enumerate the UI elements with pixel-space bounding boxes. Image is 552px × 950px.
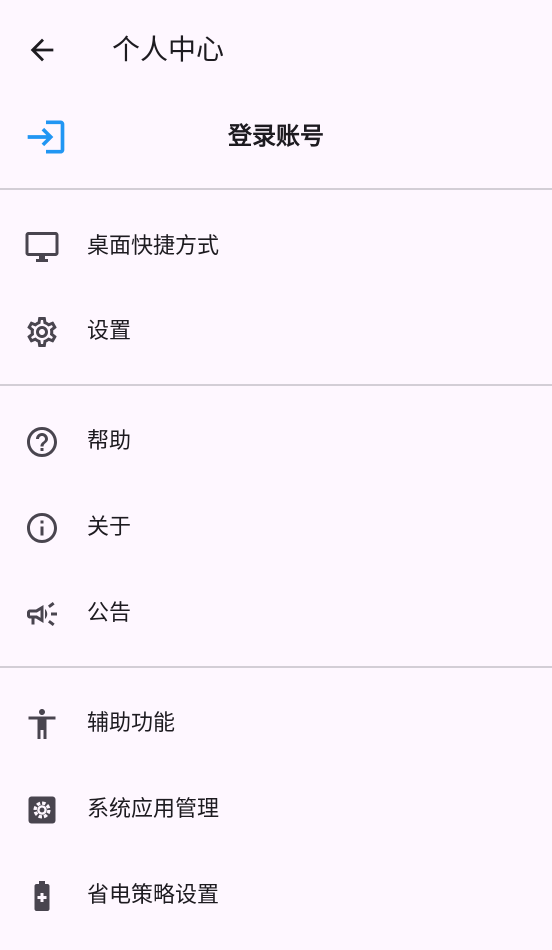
megaphone-icon	[24, 596, 60, 632]
page-title: 个人中心	[112, 33, 225, 66]
menu-item-label: 桌面快捷方式	[87, 234, 220, 259]
battery-plus-icon	[24, 878, 60, 914]
menu-item-label: 设置	[87, 319, 132, 344]
monitor-icon	[24, 229, 60, 265]
menu-item-help[interactable]: 帮助	[0, 402, 552, 482]
menu-item-label: 系统应用管理	[87, 797, 220, 822]
menu-item-system-app-management[interactable]: 系统应用管理	[0, 770, 552, 850]
gear-icon	[24, 314, 60, 350]
divider	[0, 188, 552, 190]
accessibility-icon	[24, 706, 60, 742]
app-settings-icon	[24, 792, 60, 828]
login-account-button[interactable]: 登录账号	[0, 100, 552, 172]
app-bar: 个人中心	[0, 0, 552, 100]
login-account-label: 登录账号	[228, 122, 324, 150]
back-button[interactable]	[22, 30, 62, 70]
help-circle-icon	[24, 424, 60, 460]
menu-item-label: 公告	[87, 601, 132, 626]
menu-item-desktop-shortcut[interactable]: 桌面快捷方式	[0, 207, 552, 287]
menu-item-label: 辅助功能	[87, 711, 176, 736]
menu-item-accessibility[interactable]: 辅助功能	[0, 684, 552, 764]
menu-item-about[interactable]: 关于	[0, 488, 552, 568]
divider	[0, 666, 552, 668]
menu-item-settings[interactable]: 设置	[0, 292, 552, 372]
divider	[0, 384, 552, 386]
menu-item-label: 省电策略设置	[87, 883, 220, 908]
menu-item-label: 帮助	[87, 429, 132, 454]
menu-item-announcement[interactable]: 公告	[0, 574, 552, 654]
menu-item-power-saving-settings[interactable]: 省电策略设置	[0, 856, 552, 936]
arrow-left-icon	[30, 38, 54, 62]
info-circle-icon	[24, 510, 60, 546]
menu-item-label: 关于	[87, 515, 132, 540]
